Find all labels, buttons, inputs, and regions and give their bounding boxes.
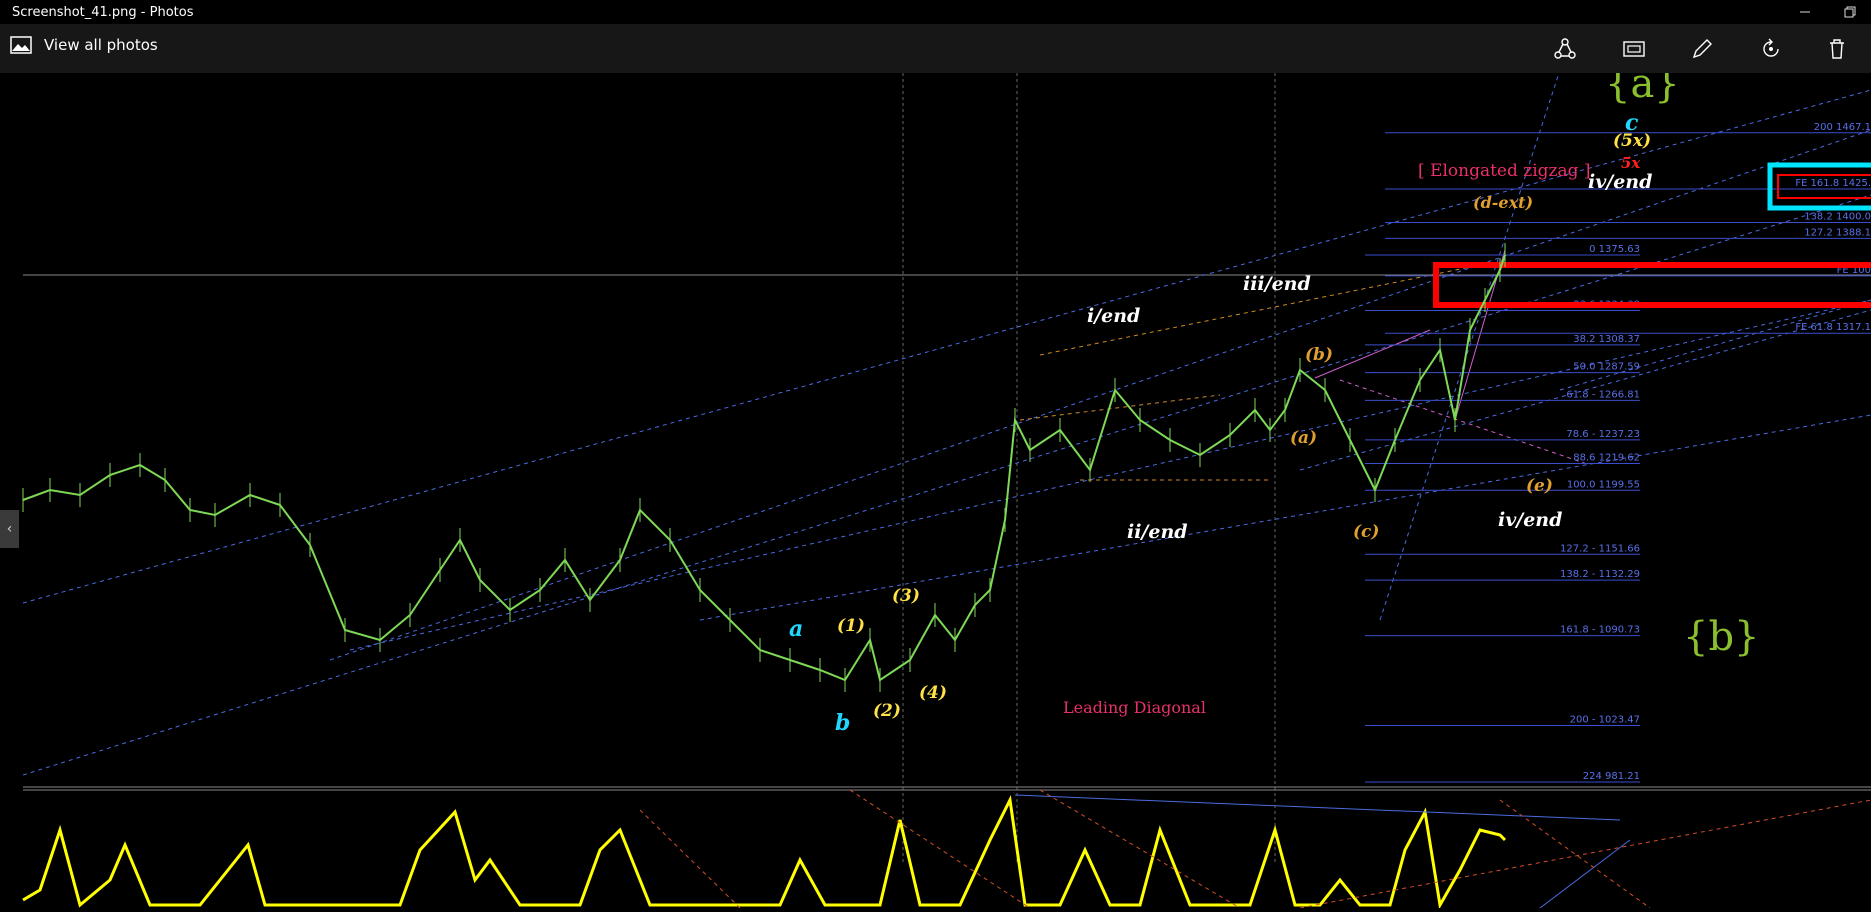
- elongated-zigzag-label: [ Elongated zigzag ]: [1418, 161, 1591, 181]
- fe-level-label-2: 138.2 1400.0: [1804, 211, 1871, 222]
- wave-label-a-brace: {a}: [1605, 73, 1680, 107]
- fib-level-label-9: 138.2 - 1132.29: [1560, 569, 1640, 580]
- fib-level-label-2: 38.2 1308.37: [1573, 334, 1640, 345]
- edit-icon[interactable]: [1687, 36, 1717, 62]
- previous-photo-button[interactable]: ‹: [0, 510, 19, 548]
- osc-orange-line-0: [639, 809, 741, 909]
- wedge-line-1: [1019, 394, 1221, 421]
- osc-trendline-1: [1014, 794, 1621, 821]
- wave-iv-end-top-label: iv/end: [1588, 171, 1652, 193]
- fib-level-label-5: 78.6 - 1237.23: [1566, 429, 1640, 440]
- oscillator-series: [22, 795, 1507, 910]
- fib-level-label-4: 61.8 - 1266.81: [1566, 389, 1640, 400]
- osc-trendline-2: [1539, 839, 1631, 909]
- osc-orange-line-2: [1039, 789, 1241, 909]
- restore-icon[interactable]: [1828, 0, 1871, 24]
- fe-level-label-1: FE 161.8 1425.: [1795, 178, 1871, 189]
- wave-3-label: (3): [892, 586, 920, 606]
- wave-4-label: (4): [919, 683, 947, 703]
- fe-level-label-5: FE 61.8 1317.1: [1795, 322, 1871, 333]
- wave-e-label: (e): [1526, 476, 1553, 496]
- leading-diagonal-label: Leading Diagonal: [1063, 698, 1206, 717]
- price-series: [22, 254, 1506, 682]
- photos-toolbar: View all photos: [0, 24, 1871, 73]
- fib-level-label-11: 200 - 1023.47: [1570, 715, 1640, 726]
- osc-orange-line-4: [1299, 799, 1871, 909]
- wave-c-cyan-label: c: [1625, 110, 1639, 136]
- minimize-icon[interactable]: [1782, 0, 1828, 24]
- delete-icon[interactable]: [1822, 36, 1852, 62]
- fib-level-label-12: 224 981.21: [1583, 771, 1640, 782]
- wave-a-label: (a): [1290, 428, 1317, 448]
- wave-i-end-label: i/end: [1087, 305, 1140, 327]
- wave-iii-end-label: iii/end: [1243, 273, 1311, 295]
- zigzag-connector-3: [1339, 379, 1591, 466]
- channel-line-7: [1379, 69, 1561, 621]
- wave-iv-end-bottom-label: iv/end: [1498, 509, 1562, 531]
- share-icon[interactable]: [1550, 36, 1580, 62]
- fib-level-label-0: 0 1375.63: [1589, 244, 1640, 255]
- wave-label-b-brace: {b}: [1683, 614, 1760, 660]
- wave-5x-red-label: 5x: [1621, 154, 1641, 172]
- fe-level-label-3: 127.2 1388.1: [1804, 227, 1871, 238]
- wave-b-label: (b): [1305, 345, 1333, 365]
- photo-icon: [10, 36, 32, 54]
- slideshow-icon[interactable]: [1619, 36, 1649, 62]
- elliott-wave-chart: 0 1375.6323.6 1334.0838.2 1308.3750.0 12…: [22, 61, 1871, 910]
- osc-orange-line-3: [1499, 799, 1651, 909]
- photo-canvas: 0 1375.63 23.6 1334.08 38.2 1308.37 50.0 12…: [0, 61, 1871, 910]
- rotate-icon[interactable]: [1756, 36, 1786, 62]
- wave-1-label: (1): [837, 616, 865, 636]
- view-all-photos-button[interactable]: View all photos: [10, 36, 158, 54]
- wave-2-label: (2): [873, 701, 901, 721]
- osc-orange-line-1: [849, 789, 1031, 909]
- channel-line-0: [22, 89, 1871, 604]
- window-title: Screenshot_41.png - Photos: [12, 4, 194, 20]
- fe-level-label-0: 200 1467.1: [1814, 122, 1871, 133]
- fib-level-label-8: 127.2 - 1151.66: [1560, 543, 1640, 554]
- fib-level-label-6: 88.6 1219.62: [1573, 452, 1640, 463]
- channel-line-4: [699, 414, 1871, 621]
- fib-level-label-7: 100.0 1199.55: [1567, 479, 1640, 490]
- wave-d-ext-label: (d-ext): [1473, 193, 1533, 212]
- channel-line-3: [349, 299, 1871, 651]
- title-bar: Screenshot_41.png - Photos: [0, 0, 1871, 24]
- fib-level-label-3: 50.0 1287.59: [1573, 362, 1640, 373]
- wave-a-cyan-label: a: [789, 616, 803, 642]
- view-all-label: View all photos: [44, 36, 158, 54]
- wave-ii-end-label: ii/end: [1127, 521, 1188, 543]
- wave-c-label: (c): [1353, 522, 1379, 542]
- chevron-left-icon: ‹: [6, 521, 13, 537]
- target-zone-red: [1433, 262, 1871, 308]
- wave-b-cyan-label: b: [835, 710, 850, 736]
- fib-level-label-10: 161.8 - 1090.73: [1560, 625, 1640, 636]
